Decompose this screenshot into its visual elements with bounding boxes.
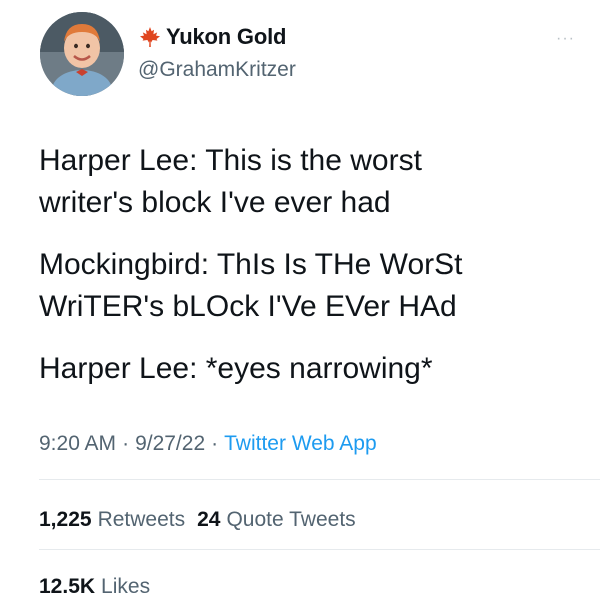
user-handle[interactable]: @GrahamKritzer [138, 58, 296, 82]
meta-separator: · [211, 432, 219, 455]
likes-stat[interactable]: 12.5K Likes [39, 575, 150, 599]
tweet-text-line-2: Mockingbird: ThIs Is THe WorSt WriTER's … [39, 248, 463, 323]
tweet-text-line-3: Harper Lee: *eyes narrowing* [39, 352, 433, 385]
tweet-time[interactable]: 9:20 AM [39, 432, 116, 455]
avatar-photo [40, 12, 124, 96]
likes-stats: 12.5K Likes [39, 575, 162, 599]
retweets-count: 1,225 [39, 508, 92, 531]
display-name[interactable]: Yukon Gold [166, 24, 286, 50]
likes-count: 12.5K [39, 575, 96, 598]
quote-tweets-stat[interactable]: 24 Quote Tweets [197, 508, 356, 532]
retweets-stat[interactable]: 1,225 Retweets [39, 508, 185, 532]
engagement-stats: 1,225 Retweets 24 Quote Tweets [39, 508, 368, 532]
tweet-date[interactable]: 9/27/22 [135, 432, 205, 455]
user-name-row[interactable]: Yukon Gold [138, 22, 286, 52]
tweet: Yukon Gold @GrahamKritzer ··· Harper Lee… [0, 0, 600, 600]
tweet-text-line-1: Harper Lee: This is the worst writer's b… [39, 144, 422, 219]
divider [39, 549, 600, 550]
divider [39, 479, 600, 480]
quote-tweets-count: 24 [197, 508, 221, 531]
quote-tweets-label: Quote Tweets [226, 508, 356, 531]
meta-separator: · [122, 432, 130, 455]
avatar[interactable] [40, 12, 124, 96]
tweet-meta: 9:20 AM · 9/27/22 · Twitter Web App [39, 432, 377, 456]
likes-label: Likes [101, 575, 151, 598]
retweets-label: Retweets [97, 508, 186, 531]
more-options-icon[interactable]: ··· [556, 30, 575, 48]
maple-leaf-icon [138, 25, 162, 49]
tweet-source-link[interactable]: Twitter Web App [224, 432, 377, 455]
